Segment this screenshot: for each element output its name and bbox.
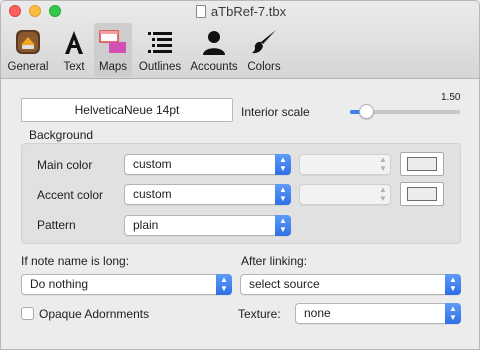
letter-a-icon: [65, 31, 83, 54]
app-icon: [16, 30, 40, 54]
title-bar: aTbRef-7.tbx General Text Maps Outlines …: [1, 1, 479, 79]
maps-icon: [99, 30, 126, 53]
brush-icon: [252, 30, 276, 54]
long-name-popup[interactable]: Do nothing ▲ ▼: [21, 274, 232, 295]
chevron-updown-icon: ▲ ▼: [379, 185, 387, 203]
person-icon: [203, 31, 225, 55]
texture-value: none: [304, 306, 331, 320]
background-group-title: Background: [29, 128, 94, 142]
map-font-button[interactable]: HelveticaNeue 14pt: [21, 98, 233, 122]
main-color-value: custom: [133, 157, 172, 171]
chevron-updown-icon: ▲ ▼: [445, 274, 461, 295]
tab-maps[interactable]: Maps: [94, 23, 132, 77]
long-name-value: Do nothing: [30, 277, 89, 291]
texture-popup[interactable]: none ▲ ▼: [295, 303, 461, 324]
texture-label: Texture:: [238, 307, 281, 321]
after-linking-value: select source: [249, 277, 320, 291]
tab-colors[interactable]: Colors: [244, 23, 284, 77]
tab-outlines[interactable]: Outlines: [136, 23, 184, 77]
interior-scale-label: Interior scale: [241, 105, 310, 119]
interior-scale-value: 1.50: [441, 92, 461, 103]
tab-outlines-label: Outlines: [138, 61, 182, 73]
outline-list-icon: [148, 32, 172, 53]
accent-color-swatch[interactable]: [400, 182, 444, 206]
pattern-label: Pattern: [37, 218, 76, 232]
chevron-updown-icon: ▲ ▼: [379, 155, 387, 173]
tab-accounts[interactable]: Accounts: [187, 23, 241, 77]
pattern-popup[interactable]: plain ▲ ▼: [124, 215, 291, 236]
main-color-swatch[interactable]: [400, 152, 444, 176]
tab-general-label: General: [7, 61, 49, 73]
tab-accounts-label: Accounts: [190, 61, 238, 73]
chevron-updown-icon: ▲ ▼: [275, 154, 291, 175]
tab-text[interactable]: Text: [57, 23, 91, 77]
main-color-popup[interactable]: custom ▲ ▼: [124, 154, 291, 175]
opaque-adornments-label: Opaque Adornments: [39, 307, 150, 321]
accent-color-swatch-fill: [407, 187, 437, 201]
pattern-value: plain: [133, 218, 159, 232]
chevron-updown-icon: ▲ ▼: [275, 215, 291, 236]
chevron-updown-icon: ▲ ▼: [445, 303, 461, 324]
accent-color-popup[interactable]: custom ▲ ▼: [124, 184, 291, 205]
main-color-secondary-popup: ▲ ▼: [299, 154, 391, 175]
tab-text-label: Text: [63, 61, 85, 73]
accent-color-secondary-popup: ▲ ▼: [299, 184, 391, 205]
long-name-label: If note name is long:: [21, 254, 130, 268]
chevron-updown-icon: ▲ ▼: [216, 274, 232, 295]
window-title-text: aTbRef-7.tbx: [210, 4, 287, 19]
accent-color-value: custom: [133, 187, 172, 201]
tab-maps-label: Maps: [98, 61, 128, 73]
interior-scale-slider-knob[interactable]: [359, 104, 374, 119]
opaque-adornments-checkbox[interactable]: [21, 307, 34, 320]
window-title: aTbRef-7.tbx: [1, 4, 479, 19]
main-color-label: Main color: [37, 158, 93, 172]
document-icon: [195, 5, 206, 18]
after-linking-popup[interactable]: select source ▲ ▼: [240, 274, 461, 295]
tab-general[interactable]: General: [5, 23, 51, 77]
main-color-swatch-fill: [407, 157, 437, 171]
tab-colors-label: Colors: [247, 61, 281, 73]
after-linking-label: After linking:: [241, 254, 308, 268]
chevron-updown-icon: ▲ ▼: [275, 184, 291, 205]
preferences-window: aTbRef-7.tbx General Text Maps Outlines …: [0, 0, 480, 350]
accent-color-label: Accent color: [37, 188, 104, 202]
